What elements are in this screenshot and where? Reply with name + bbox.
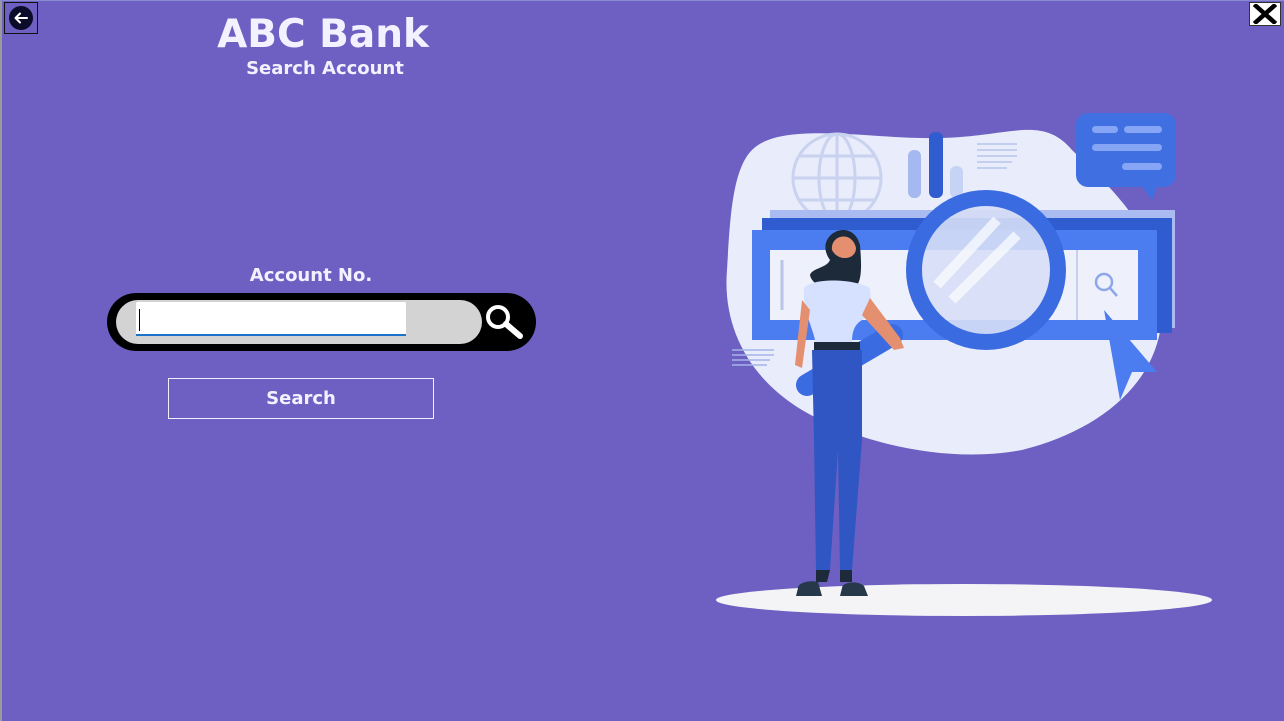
close-button[interactable] [1249,2,1281,26]
app-title: ABC Bank [217,12,429,57]
app-window: ABC Bank Search Account Account No. Sear… [0,0,1284,721]
search-button[interactable]: Search [168,378,434,419]
text-caret [139,309,140,331]
page-subtitle: Search Account [246,58,404,79]
close-x-icon [1252,4,1278,24]
chat-bubble-icon [1076,113,1176,200]
account-number-input[interactable] [136,302,406,336]
search-illustration [716,113,1212,616]
window-top-border [0,0,1284,1]
magnifier-icon[interactable] [483,303,527,341]
account-number-label: Account No. [249,265,373,286]
ground-shadow [716,584,1212,616]
window-left-border [0,0,2,721]
globe-icon [791,132,883,224]
